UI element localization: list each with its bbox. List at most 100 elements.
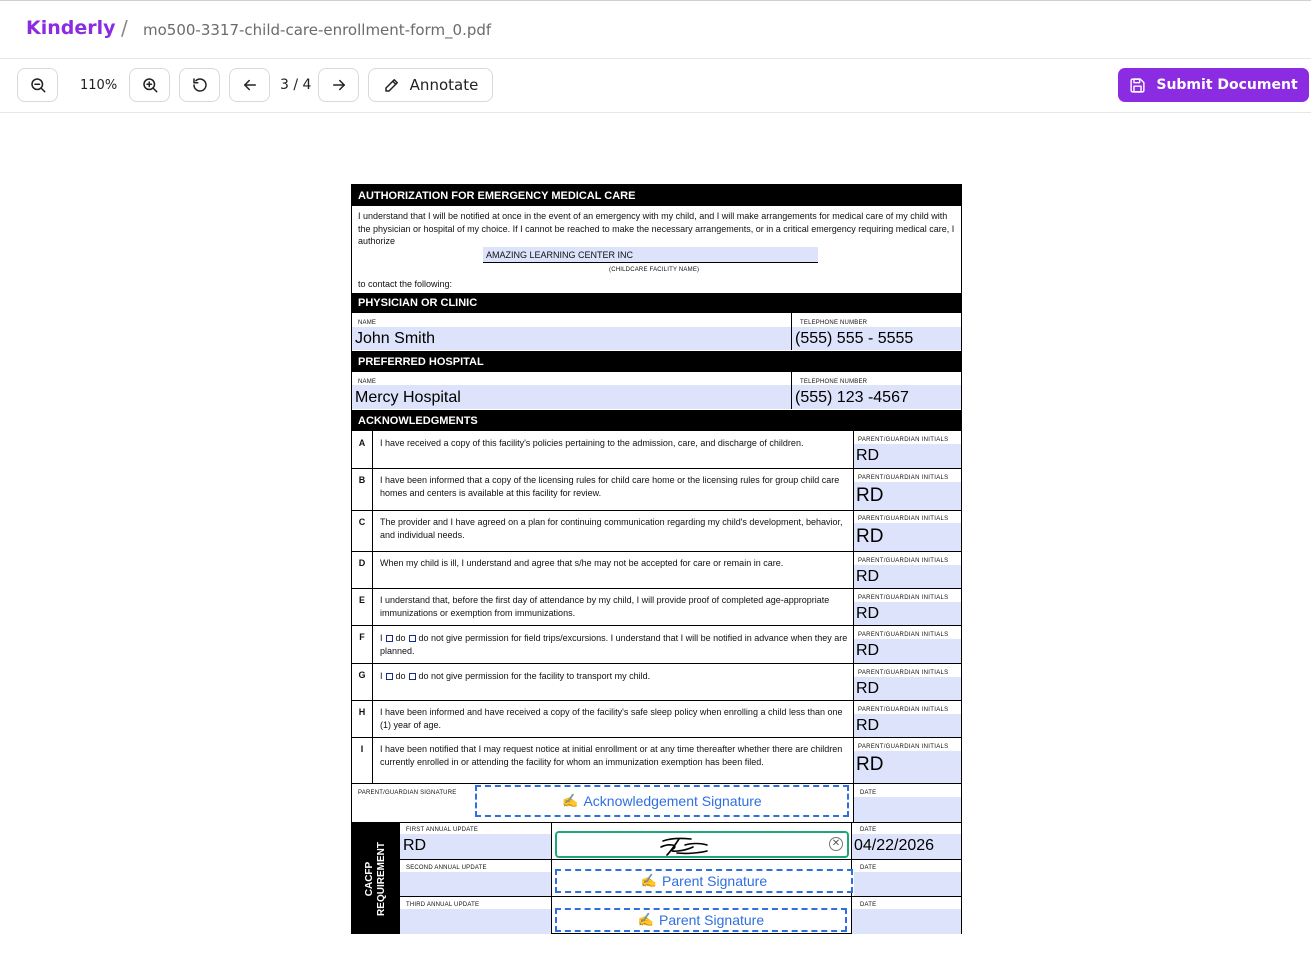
second-update-field[interactable] [400,872,551,896]
rotate-icon [192,78,207,92]
physician-phone-label: TELEPHONE NUMBER [800,320,868,326]
initials-field[interactable]: RD [854,714,961,737]
initials-field[interactable]: RD [854,444,961,468]
first-update-field[interactable]: RD [400,834,551,859]
initials-value: RD [856,680,880,697]
divider [352,783,961,784]
hospital-phone-field[interactable]: (555) 123 -4567 [792,385,961,409]
ack-signature-label: PARENT/GUARDIAN SIGNATURE [358,790,457,796]
previous-page-button[interactable] [229,68,270,102]
initials-label: PARENT/GUARDIAN INITIALS [858,595,949,601]
pen-icon: ✍ [640,873,658,888]
initials-label: PARENT/GUARDIAN INITIALS [858,475,949,481]
emergency-paragraph: I understand that I will be notified at … [358,211,955,246]
initials-label: PARENT/GUARDIAN INITIALS [858,516,949,522]
save-icon [1130,77,1145,93]
parent-signature-placeholder: Parent Signature [659,912,765,928]
divider [352,625,961,626]
facility-name-caption: (CHILDCARE FACILITY NAME) [609,267,700,273]
i-label: I [380,671,383,681]
physician-name-value: John Smith [355,330,436,347]
contact-text: to contact the following: [358,279,453,289]
divider [352,737,961,738]
do-label: do [395,633,406,643]
initials-field[interactable]: RD [854,751,961,783]
initials-value: RD [856,754,884,775]
brand-logo[interactable]: Kinderly [26,17,116,39]
physician-name-field[interactable]: John Smith [352,327,791,350]
hospital-name-value: Mercy Hospital [355,389,461,406]
first-date-value: 04/22/2026 [854,837,935,854]
annotate-button[interactable]: Annotate [368,68,493,102]
next-page-button[interactable] [318,68,359,102]
parent-signature-signed-field[interactable]: ✕ [555,831,849,858]
ack-letter: D [358,558,366,568]
ack-text: I have been notified that I may request … [380,744,843,767]
zoom-out-button[interactable] [17,68,58,102]
facility-name-field[interactable]: AMAZING LEARNING CENTER INC [483,247,818,263]
ack-letter: G [358,670,366,680]
third-update-label: THIRD ANNUAL UPDATE [406,902,480,908]
first-date-label: DATE [860,827,877,833]
initials-label: PARENT/GUARDIAN INITIALS [858,558,949,564]
first-update-label: FIRST ANNUAL UPDATE [406,827,479,833]
divider [352,822,961,823]
do-checkbox[interactable] [385,635,393,642]
initials-field[interactable]: RD [854,565,961,588]
toolbar: 110% 3 / 4 Annotate [0,59,1311,113]
cacfp-block: CACFP REQUIREMENT [352,823,399,934]
do-checkbox[interactable] [385,673,393,680]
ack-date-label: DATE [860,790,877,796]
second-parent-signature-field[interactable]: ✍ Parent Signature [555,869,853,893]
initials-field[interactable]: RD [854,639,961,663]
parent-signature-placeholder: Parent Signature [662,873,768,889]
ack-letter: B [358,475,366,485]
ack-letter: I [360,744,364,754]
divider [352,588,961,589]
i-label: I [380,633,383,643]
initials-value: RD [856,447,880,464]
rotate-button[interactable] [179,68,220,102]
initials-field[interactable]: RD [854,602,961,625]
clear-signature-icon[interactable]: ✕ [829,837,843,851]
divider [372,431,373,783]
initials-field[interactable]: RD [854,482,961,510]
zoom-in-icon [142,78,157,93]
pdf-page: AUTHORIZATION FOR EMERGENCY MEDICAL CARE… [351,184,962,934]
divider [352,551,961,552]
physician-section-header: PHYSICIAN OR CLINIC [352,293,961,313]
hospital-section-header: PREFERRED HOSPITAL [352,351,961,372]
physician-phone-field[interactable]: (555) 555 - 5555 [792,327,961,350]
do-not-checkbox[interactable] [408,673,416,680]
ack-text: I have received a copy of this facility'… [380,438,804,448]
pen-icon: ✍ [562,793,579,808]
initials-value: RD [856,642,880,659]
third-update-field[interactable] [400,909,551,934]
document-filename: mo500-3317-child-care-enrollment-form_0.… [143,21,492,39]
do-label: do [395,671,406,681]
submit-document-button[interactable]: Submit Document [1118,68,1309,102]
zoom-in-button[interactable] [129,68,170,102]
ack-date-field[interactable] [854,797,961,822]
initials-field[interactable]: RD [854,523,961,551]
ack-letter: F [359,632,365,642]
second-date-field[interactable] [854,872,961,896]
zoom-out-icon [30,78,45,93]
third-date-field[interactable] [852,909,961,934]
divider [352,510,961,511]
third-parent-signature-field[interactable]: ✍ Parent Signature [555,908,847,932]
acknowledgement-signature-field[interactable]: ✍ Acknowledgement Signature [475,785,849,817]
hospital-name-field[interactable]: Mercy Hospital [352,385,791,409]
initials-field[interactable]: RD [854,677,961,700]
signature-image [660,837,708,856]
divider [352,468,961,469]
ack-letter: E [358,595,365,605]
cacfp-label: CACFP REQUIREMENT [364,842,387,916]
initials-label: PARENT/GUARDIAN INITIALS [858,632,949,638]
first-date-field[interactable]: 04/22/2026 [852,834,961,859]
ack-text-transport: Ido do not give permission for the facili… [380,670,855,683]
pencil-icon [384,79,398,92]
annotate-label: Annotate [409,76,479,94]
do-not-checkbox[interactable] [408,635,416,642]
initials-label: PARENT/GUARDIAN INITIALS [858,670,949,676]
